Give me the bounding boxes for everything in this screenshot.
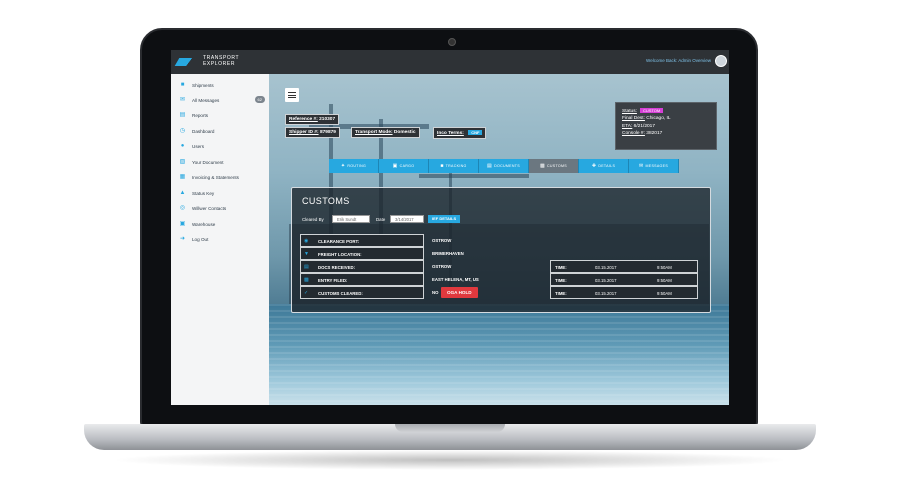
route-icon: ✦ bbox=[340, 163, 346, 169]
avatar[interactable] bbox=[715, 55, 727, 67]
shipper-id-box: Shipper ID #: 879879 bbox=[285, 127, 340, 138]
sidebar: ■ Shipments ✉ All Messages 62 ▤ Reports … bbox=[171, 74, 269, 405]
status-box: Status: CUSTOM Final Dest: Chicago, IL ET… bbox=[615, 102, 717, 150]
warehouse-icon: ▣ bbox=[179, 221, 186, 227]
sidebar-item-warehouse[interactable]: ▣ Warehouse bbox=[179, 219, 267, 231]
check-icon: ✓ bbox=[304, 290, 309, 296]
transport-mode-box: Transport Mode: Domestic bbox=[351, 127, 420, 138]
mail-icon: ✉ bbox=[638, 163, 644, 169]
crane-decoration bbox=[419, 174, 529, 178]
messages-count-badge: 62 bbox=[254, 96, 265, 103]
inco-terms-tag: CNF bbox=[468, 130, 483, 135]
table-row: ▩ ENTRY FILED: EAST HELENA, MT, US TIME: 0… bbox=[300, 273, 698, 286]
table-row: ◉ CLEARANCE PORT: OSTROW bbox=[300, 234, 698, 247]
sidebar-item-dashboard[interactable]: ◷ Dashboard bbox=[179, 126, 267, 138]
sidebar-item-invoicing[interactable]: ▦ Invoicing & Statements bbox=[179, 172, 267, 184]
camera-icon bbox=[448, 38, 456, 46]
sidebar-item-users[interactable]: ● Users bbox=[179, 141, 267, 153]
cleared-by-label: Cleared By bbox=[302, 217, 324, 222]
sidebar-item-shipments[interactable]: ■ Shipments bbox=[179, 80, 267, 92]
logout-icon: ➜ bbox=[179, 236, 186, 242]
tab-cargo[interactable]: ▣ CARGO bbox=[379, 159, 429, 173]
date-label: Date bbox=[376, 217, 386, 222]
customs-panel: CUSTOMS Cleared By Erik Sundt Date 3/14/… bbox=[291, 187, 711, 313]
laptop-notch bbox=[395, 424, 505, 432]
tab-details[interactable]: ✚ DETAILS bbox=[579, 159, 629, 173]
menu-button[interactable] bbox=[285, 88, 299, 102]
cleared-by-field[interactable]: Erik Sundt bbox=[332, 215, 370, 223]
top-bar: TRANSPORT EXPLORER Welcome Back: Admin O… bbox=[171, 50, 729, 74]
location-icon: ▼ bbox=[304, 251, 309, 257]
main-content: Reference #: 210307 Shipper ID #: 879879… bbox=[269, 74, 729, 405]
tab-documents[interactable]: ▤ DOCUMENTS bbox=[479, 159, 529, 173]
tab-messages[interactable]: ✉ MESSAGES bbox=[629, 159, 679, 173]
ief-details-button[interactable]: IEF DETAILS bbox=[428, 215, 461, 223]
key-icon: ▲ bbox=[179, 190, 186, 196]
tracking-icon: ■ bbox=[440, 163, 444, 169]
table-row: ▤ DOCS RECEIVED: OSTROW TIME: 03.15.2017 9:… bbox=[300, 260, 698, 273]
dashboard-icon: ◷ bbox=[179, 128, 186, 134]
logo-line-2: EXPLORER bbox=[203, 61, 236, 67]
docs-icon: ▤ bbox=[304, 264, 309, 270]
oga-hold-button[interactable]: OGA HOLD bbox=[441, 287, 478, 298]
invoice-icon: ▦ bbox=[179, 174, 186, 180]
app-screen: TRANSPORT EXPLORER Welcome Back: Admin O… bbox=[171, 50, 729, 405]
reference-box: Reference #: 210307 bbox=[285, 114, 340, 125]
user-icon: ● bbox=[180, 143, 185, 149]
sidebar-item-your-document[interactable]: ▧ Your Document bbox=[179, 157, 267, 169]
lock-icon: ▩ bbox=[539, 163, 545, 169]
sidebar-item-all-messages[interactable]: ✉ All Messages 62 bbox=[179, 95, 267, 107]
sidebar-item-log-out[interactable]: ➜ Log Out bbox=[179, 234, 267, 246]
status-badge: CUSTOM bbox=[639, 108, 664, 113]
welcome-text: Welcome Back: Admin Overview bbox=[646, 58, 711, 63]
truck-icon: ■ bbox=[180, 82, 185, 88]
inco-terms-box: Inco Terms: CNF bbox=[433, 127, 487, 139]
sidebar-item-reports[interactable]: ▤ Reports bbox=[179, 110, 267, 122]
logo[interactable]: TRANSPORT EXPLORER bbox=[174, 54, 247, 70]
logo-icon bbox=[174, 58, 202, 66]
tab-customs[interactable]: ▩ CUSTOMS bbox=[529, 159, 579, 173]
details-icon: ✚ bbox=[591, 163, 597, 169]
date-field[interactable]: 3/14/2017 bbox=[390, 215, 424, 223]
contacts-icon: ◎ bbox=[179, 205, 186, 211]
table-row: ✓ CUSTOMS CLEARED: NO OGA HOLD TIME: 03.15… bbox=[300, 286, 698, 299]
tab-tracking[interactable]: ■ TRACKING bbox=[429, 159, 479, 173]
entry-icon: ▩ bbox=[304, 277, 309, 283]
water-decoration bbox=[269, 304, 729, 405]
sidebar-item-contacts[interactable]: ◎ Willwer Contacts bbox=[179, 203, 267, 215]
cargo-icon: ▣ bbox=[392, 163, 398, 169]
folder-icon: ▤ bbox=[487, 163, 493, 169]
messages-icon: ✉ bbox=[179, 97, 186, 103]
sidebar-item-status-key[interactable]: ▲ Status Key bbox=[179, 188, 267, 200]
tab-routing[interactable]: ✦ ROUTING bbox=[329, 159, 379, 173]
table-row: ▼ FREIGHT LOCATION: BRIMERHAVEN bbox=[300, 247, 698, 260]
laptop-shadow bbox=[110, 450, 790, 470]
port-icon: ◉ bbox=[304, 238, 309, 244]
panel-title: CUSTOMS bbox=[302, 196, 350, 206]
reports-icon: ▤ bbox=[179, 112, 186, 118]
document-icon: ▧ bbox=[179, 159, 186, 165]
